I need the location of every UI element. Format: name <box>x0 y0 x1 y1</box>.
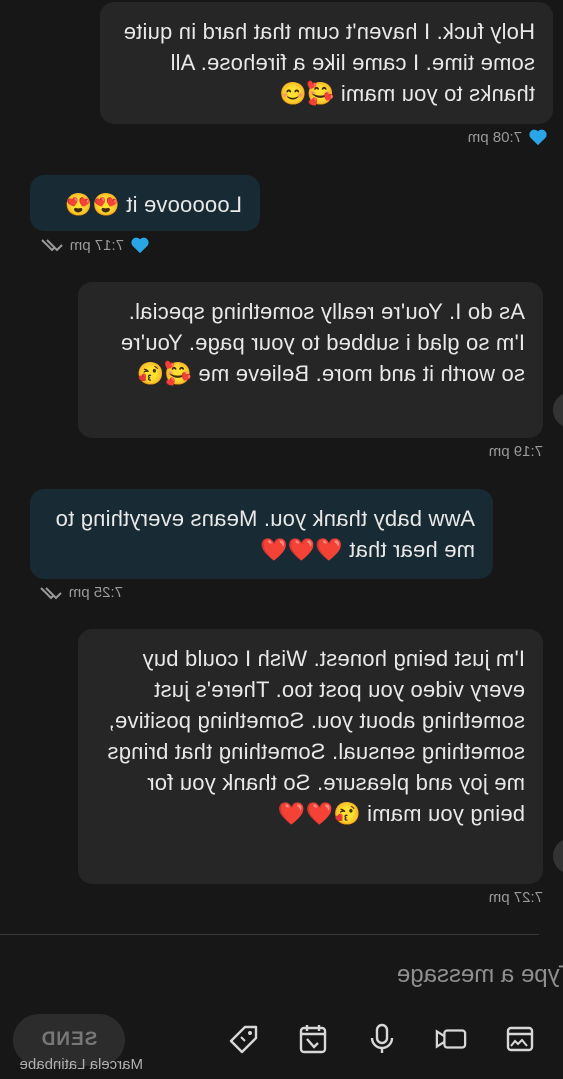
message-text: As do I. You're really something special… <box>120 299 525 386</box>
message-time: 7:25 pm <box>68 584 123 601</box>
message-bubble-sent[interactable]: Aww baby thank you. Means everything to … <box>30 489 493 579</box>
message-bubble-sent[interactable]: Looooove it 😍😍 <box>30 175 260 231</box>
message-time: 7:27 pm <box>488 889 543 906</box>
message-text: Aww baby thank you. Means everything to … <box>55 506 475 562</box>
message-meta: 7:17 pm <box>34 236 150 254</box>
message-bubble-received[interactable]: I'm just being honest. Wish I could buy … <box>78 629 543 884</box>
blue-heart-reaction-icon <box>131 237 149 254</box>
message-meta: 7:19 pm <box>489 443 543 460</box>
composer-divider <box>0 934 539 935</box>
message-time: 7:08 pm <box>467 128 522 146</box>
microphone-icon[interactable] <box>366 1022 398 1056</box>
message-time: 7:17 pm <box>69 236 124 254</box>
schedule-icon[interactable] <box>297 1022 329 1056</box>
double-check-icon <box>40 586 62 599</box>
avatar[interactable] <box>553 838 563 874</box>
double-check-icon <box>41 239 63 252</box>
message-text: Looooove it 😍😍 <box>64 192 242 217</box>
message-meta: 7:27 pm <box>489 889 543 906</box>
video-icon[interactable] <box>435 1022 467 1056</box>
message-bubble-received[interactable]: Holy fuck. I haven't cum that hard in qu… <box>100 2 553 124</box>
user-name: Marcela Latinbabe <box>19 1056 143 1073</box>
message-input-placeholder: Type a message <box>396 961 563 988</box>
chat-screen: Holy fuck. I haven't cum that hard in qu… <box>0 0 563 1079</box>
message-meta: 7:08 pm <box>468 128 548 146</box>
message-text: I'm just being honest. Wish I could buy … <box>107 646 525 826</box>
message-input[interactable]: Type a message <box>0 952 563 998</box>
blue-heart-reaction-icon <box>529 129 547 146</box>
message-text: Holy fuck. I haven't cum that hard in qu… <box>123 19 535 106</box>
message-meta: 7:25 pm <box>33 584 123 601</box>
message-time: 7:19 pm <box>488 443 543 460</box>
price-tag-icon[interactable] <box>228 1022 260 1056</box>
avatar[interactable] <box>553 392 563 428</box>
message-bubble-received[interactable]: As do I. You're really something special… <box>78 282 543 438</box>
media-gallery-icon[interactable] <box>504 1022 536 1056</box>
